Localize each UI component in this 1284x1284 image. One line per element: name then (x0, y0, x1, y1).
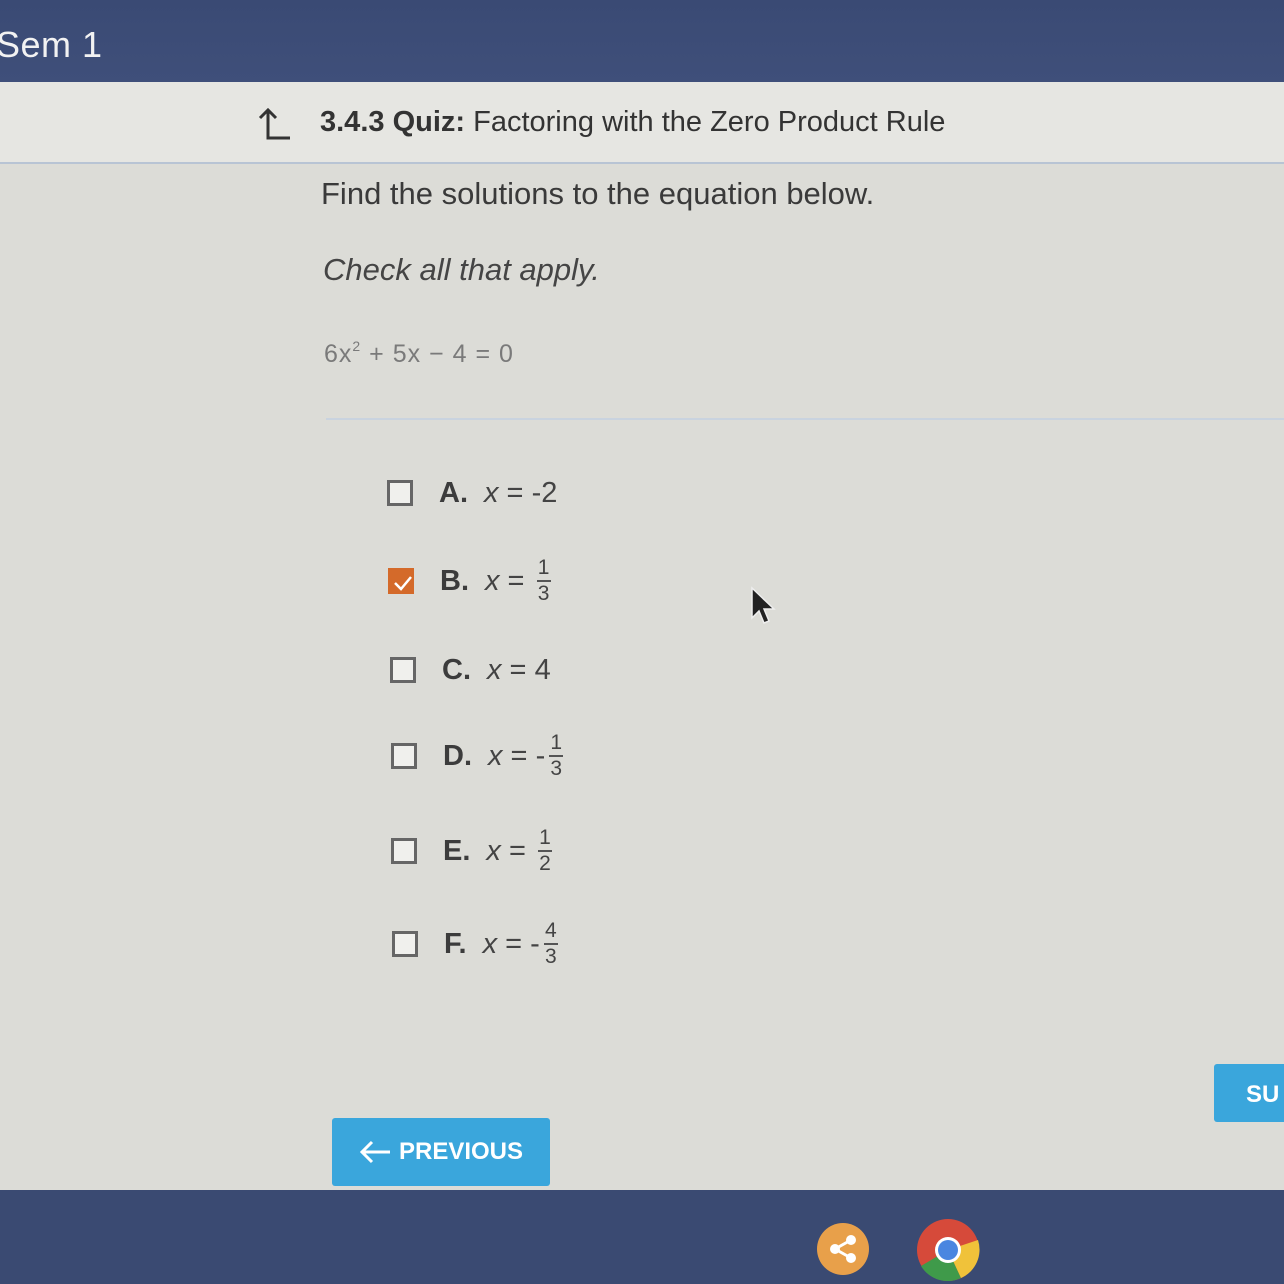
option-sign: - (530, 927, 540, 960)
fraction-numerator: 1 (537, 556, 550, 579)
checkmark-icon (394, 576, 412, 591)
option-d[interactable]: D. x = - 1 3 (391, 731, 564, 780)
option-f[interactable]: F. x = - 4 3 (392, 920, 558, 968)
equation-rest: + 5x − 4 = 0 (361, 340, 514, 368)
quiz-title: 3.4.3 Quiz: Factoring with the Zero Prod… (320, 106, 945, 139)
quiz-label: Quiz: (392, 106, 466, 138)
submit-button[interactable]: SU (1214, 1064, 1284, 1122)
option-var: x (486, 834, 501, 867)
question-instruction: Check all that apply. (323, 252, 600, 287)
option-eq: = (500, 834, 534, 867)
fraction-numerator: 4 (544, 919, 557, 942)
option-expression: x = 1 3 (485, 557, 551, 605)
checkbox-f[interactable] (392, 931, 418, 957)
quiz-name: Factoring with the Zero Product Rule (473, 106, 946, 138)
option-expression: x = - 1 3 (488, 731, 564, 780)
option-eq: = (501, 653, 535, 686)
chrome-icon[interactable] (916, 1218, 980, 1282)
option-expression: x = -2 (484, 477, 557, 510)
left-arrow-icon (359, 1140, 390, 1164)
top-bar: Sem 1 (0, 0, 1284, 82)
option-letter: D. (443, 739, 472, 772)
option-value: -2 (531, 476, 558, 509)
option-var: x (487, 653, 502, 686)
option-letter: E. (443, 834, 471, 867)
option-eq: = (499, 564, 533, 597)
fraction-numerator: 1 (550, 731, 563, 754)
option-var: x (482, 927, 498, 960)
equation-coeff: 6x (324, 340, 353, 368)
fraction-denominator: 3 (544, 945, 557, 968)
option-e[interactable]: E. x = 1 2 (391, 827, 552, 875)
taskbar (0, 1190, 1284, 1284)
fraction: 1 2 (537, 826, 552, 875)
option-b[interactable]: B. x = 1 3 (388, 557, 551, 605)
fraction-denominator: 3 (550, 757, 563, 780)
option-var: x (488, 739, 503, 772)
option-var: x (484, 476, 499, 509)
checkbox-c[interactable] (390, 657, 416, 683)
previous-label: PREVIOUS (398, 1138, 524, 1165)
equation: 6x2 + 5x − 4 = 0 (324, 338, 514, 369)
option-eq: = (497, 927, 531, 960)
fraction: 1 3 (549, 731, 564, 780)
mouse-cursor-icon (751, 586, 776, 624)
option-letter: C. (442, 653, 471, 686)
share-app-icon[interactable] (816, 1222, 870, 1276)
course-title: Sem 1 (0, 24, 103, 65)
option-expression: x = - 4 3 (483, 920, 558, 968)
checkbox-b[interactable] (388, 568, 414, 594)
option-eq: = (498, 476, 532, 509)
fraction-numerator: 1 (539, 826, 551, 849)
option-expression: x = 4 (487, 654, 551, 687)
fraction-denominator: 2 (539, 852, 551, 875)
option-eq: = (502, 739, 536, 772)
checkbox-d[interactable] (391, 743, 417, 769)
up-arrow-icon[interactable] (254, 104, 294, 144)
question-prompt: Find the solutions to the equation below… (321, 176, 875, 211)
option-a[interactable]: A. x = -2 (387, 470, 557, 516)
equation-exponent: 2 (352, 338, 362, 354)
option-letter: B. (440, 564, 469, 597)
checkbox-a[interactable] (387, 480, 413, 506)
option-sign: - (535, 739, 546, 772)
option-var: x (485, 564, 500, 597)
option-c[interactable]: C. x = 4 (390, 647, 551, 693)
fraction: 4 3 (543, 919, 558, 968)
previous-button[interactable]: PREVIOUS (332, 1118, 550, 1186)
submit-label: SU (1246, 1081, 1280, 1108)
option-expression: x = 1 2 (486, 827, 552, 875)
option-letter: A. (439, 476, 468, 509)
fraction-denominator: 3 (537, 582, 550, 605)
divider (326, 418, 1284, 420)
option-value: 4 (534, 653, 551, 686)
fraction: 1 3 (536, 556, 551, 605)
checkbox-e[interactable] (391, 838, 417, 864)
option-letter: F. (444, 927, 467, 960)
quiz-number: 3.4.3 (320, 106, 385, 138)
